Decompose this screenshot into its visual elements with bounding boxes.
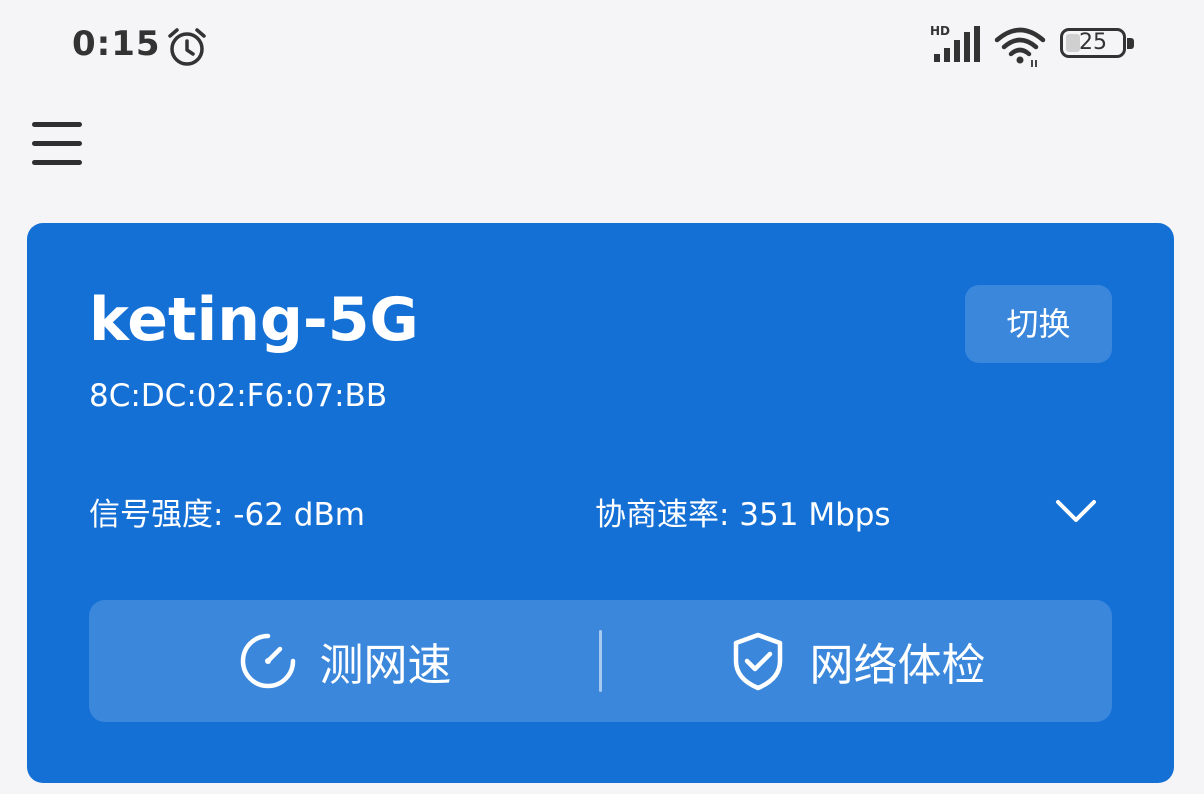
speedometer-icon [240, 633, 295, 689]
chevron-down-icon[interactable] [1053, 493, 1099, 529]
shield-check-icon [733, 632, 782, 691]
alarm-clock-icon [168, 28, 206, 66]
status-bar: 0:15 HD 25 [0, 0, 1204, 90]
battery-tip [1127, 38, 1134, 49]
mac-address: 8C:DC:02:F6:07:BB [89, 378, 388, 414]
action-bar: 测网速 网络体检 [89, 600, 1112, 722]
network-name: keting-5G [89, 285, 419, 355]
negotiated-rate: 协商速率: 351 Mbps [595, 497, 891, 533]
speed-test-button[interactable]: 测网速 [89, 600, 600, 722]
network-check-label: 网络体检 [809, 640, 986, 691]
battery-indicator: 25 [1060, 28, 1126, 58]
status-time: 0:15 [72, 24, 161, 64]
signal-strength: 信号强度: -62 dBm [89, 497, 365, 533]
network-badge: HD [930, 24, 950, 38]
speed-test-label: 测网速 [319, 640, 452, 691]
battery-level: 25 [1079, 30, 1107, 55]
hamburger-menu-icon[interactable] [32, 120, 84, 168]
wifi-icon [994, 27, 1046, 67]
network-check-button[interactable]: 网络体检 [601, 600, 1112, 722]
wifi-info-card: keting-5G 8C:DC:02:F6:07:BB 切换 信号强度: -62… [27, 223, 1174, 783]
switch-network-button[interactable]: 切换 [965, 285, 1112, 363]
cellular-signal-icon: HD [930, 24, 980, 62]
